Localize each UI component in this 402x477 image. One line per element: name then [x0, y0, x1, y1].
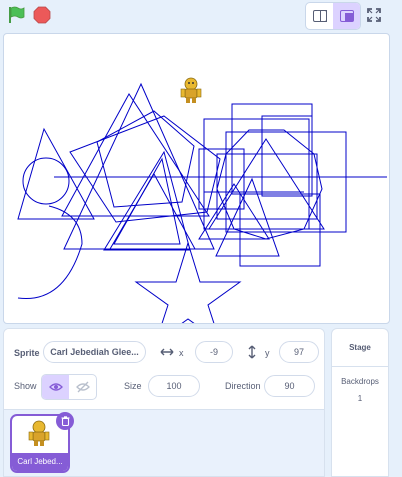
show-visible-button[interactable] [42, 375, 69, 399]
sprite-card-name: Carl Jebed... [12, 453, 68, 471]
stage-header [0, 0, 402, 32]
green-flag-icon[interactable] [7, 6, 25, 24]
stop-icon[interactable] [33, 6, 51, 24]
fullscreen-icon[interactable] [364, 5, 384, 25]
drawn-star [134, 241, 242, 323]
x-arrow-icon [160, 348, 174, 356]
y-arrow-icon [248, 345, 256, 359]
drawn-triangle [17, 127, 95, 220]
sprite-label: Sprite [14, 348, 40, 358]
size-input[interactable]: 100 [148, 375, 200, 397]
stage-selector[interactable]: Stage Backdrops 1 [331, 328, 389, 477]
drawn-octagon [216, 129, 323, 240]
sprite-thumbnail [28, 420, 50, 446]
sprite-properties: Sprite Carl Jebediah Glee... x -9 y 97 S… [4, 329, 324, 410]
small-stage-button[interactable] [306, 3, 333, 29]
x-input[interactable]: -9 [195, 341, 233, 363]
trash-icon [61, 416, 69, 426]
stage-title: Stage [332, 329, 388, 367]
sprite-carl[interactable] [180, 76, 202, 104]
sprite-list: Carl Jebed... [4, 410, 324, 476]
show-toggle [41, 374, 97, 400]
small-stage-icon [312, 10, 327, 22]
backdrops-count: 1 [357, 394, 363, 403]
direction-label: Direction [225, 381, 261, 391]
sprite-info-pane: Sprite Carl Jebediah Glee... x -9 y 97 S… [3, 328, 325, 477]
show-hidden-button[interactable] [69, 375, 96, 399]
y-label: y [265, 348, 270, 358]
x-label: x [179, 348, 184, 358]
normal-stage-icon [339, 10, 354, 22]
drawn-circle [22, 157, 70, 205]
drawn-arc [17, 205, 83, 300]
eye-icon [48, 383, 63, 391]
delete-sprite-button[interactable] [56, 412, 74, 430]
normal-stage-button[interactable] [333, 3, 360, 29]
show-label: Show [14, 381, 37, 391]
size-label: Size [124, 381, 142, 391]
stage-canvas[interactable] [3, 33, 390, 324]
sprite-name-input[interactable]: Carl Jebediah Glee... [43, 341, 146, 363]
direction-input[interactable]: 90 [264, 375, 315, 397]
eye-hidden-icon [75, 381, 90, 393]
stage-layout-toggle [305, 2, 361, 30]
backdrops-label: Backdrops [341, 377, 379, 386]
y-input[interactable]: 97 [279, 341, 319, 363]
